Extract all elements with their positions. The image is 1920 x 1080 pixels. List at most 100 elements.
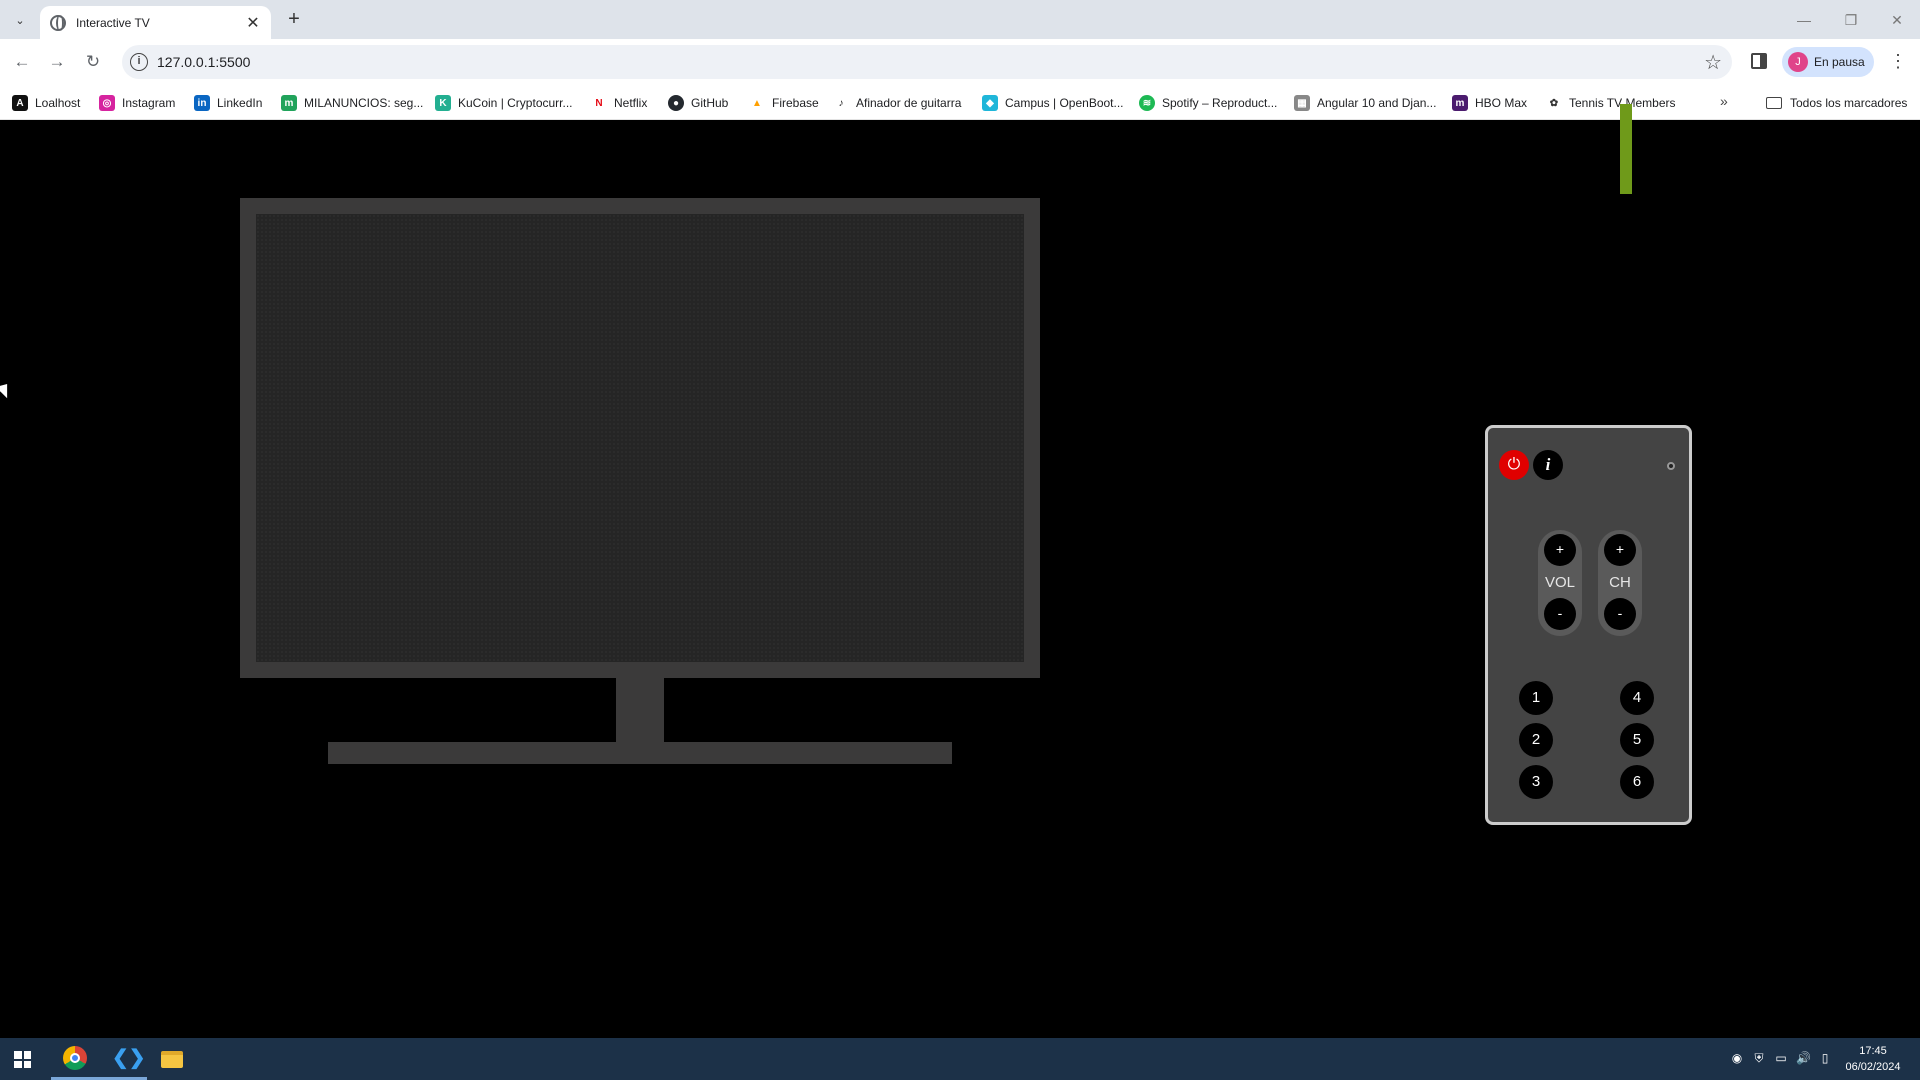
channel-label: CH — [1609, 574, 1631, 591]
file-explorer-icon — [161, 1050, 183, 1068]
linkedin-icon: in — [194, 95, 210, 111]
taskbar-file-explorer[interactable] — [148, 1038, 196, 1080]
restore-button[interactable]: ❐ — [1836, 6, 1866, 34]
bookmark-guitar-tuner[interactable]: ♪ Afinador de guitarra — [833, 92, 961, 114]
folder-icon — [1766, 97, 1782, 109]
tv-stand-neck — [616, 678, 664, 742]
reload-button[interactable]: ↻ — [79, 48, 107, 76]
number-button-5[interactable]: 5 — [1620, 723, 1654, 757]
chrome-icon — [63, 1045, 87, 1070]
volume-label: VOL — [1544, 574, 1575, 591]
number-button-4[interactable]: 4 — [1620, 681, 1654, 715]
chevron-double-right-icon[interactable]: » — [1720, 93, 1728, 109]
netflix-icon: N — [591, 95, 607, 111]
power-icon: ⏻ — [1507, 456, 1521, 473]
tab-search-button[interactable]: ⌄ — [8, 8, 32, 32]
ir-led-indicator — [1667, 462, 1675, 470]
milanuncios-icon: m — [281, 95, 297, 111]
bookmark-spotify[interactable]: ≋ Spotify – Reproduct... — [1139, 92, 1277, 114]
volume-down-button[interactable]: - — [1544, 598, 1576, 630]
windows-start-icon[interactable] — [14, 1051, 31, 1068]
hbomax-icon: m — [1452, 95, 1468, 111]
spotify-icon: ≋ — [1139, 95, 1155, 111]
taskbar: ❮❯ ◉ ⛨ ▭ 🔊 ▯ 17:45 06/02/2024 — [0, 1038, 1920, 1080]
bookmark-instagram[interactable]: ◎ Instagram — [99, 92, 175, 114]
bookmark-kucoin[interactable]: K KuCoin | Cryptocurr... — [435, 92, 573, 114]
url-text[interactable]: 127.0.0.1:5500 — [157, 54, 250, 70]
address-bar[interactable]: i 127.0.0.1:5500 ☆ — [122, 45, 1732, 79]
guitar-icon: ♪ — [833, 95, 849, 111]
bookmark-localhost[interactable]: A Loalhost — [12, 92, 80, 114]
reload-icon: ↻ — [85, 52, 101, 71]
minimize-button[interactable]: — — [1789, 6, 1819, 34]
tab-active[interactable]: Interactive TV ✕ — [40, 6, 271, 39]
kebab-menu-icon[interactable]: ⋮ — [1888, 49, 1908, 75]
clock-time: 17:45 — [1859, 1045, 1887, 1057]
channel-down-button[interactable]: - — [1604, 598, 1636, 630]
channel-rocker: + CH - — [1598, 530, 1642, 636]
taskbar-vscode[interactable]: ❮❯ — [99, 1038, 147, 1080]
bookmarks-bar: A Loalhost ◎ Instagram in LinkedIn m MILANUN… — [0, 85, 1920, 120]
localhost-icon: A — [12, 95, 28, 111]
bookmark-github[interactable]: ● GitHub — [668, 92, 728, 114]
profile-button[interactable]: J En pausa — [1782, 47, 1874, 77]
info-icon[interactable]: i — [130, 53, 148, 71]
all-bookmarks-button[interactable]: Todos los marcadores — [1766, 92, 1907, 114]
tennis-icon: ✿ — [1546, 95, 1562, 111]
forward-button[interactable]: → — [43, 48, 71, 76]
instagram-icon: ◎ — [99, 95, 115, 111]
number-button-6[interactable]: 6 — [1620, 765, 1654, 799]
number-button-3[interactable]: 3 — [1519, 765, 1553, 799]
angular-icon: ▦ — [1294, 95, 1310, 111]
taskbar-clock[interactable]: 17:45 06/02/2024 — [1838, 1043, 1908, 1075]
close-window-button[interactable]: ✕ — [1882, 6, 1912, 34]
side-panel-icon[interactable] — [1751, 53, 1767, 69]
tab-strip: ⌄ Interactive TV ✕ + — ❐ ✕ — [0, 0, 1920, 39]
firebase-icon: ▲ — [749, 95, 765, 111]
browser-toolbar: ← → ↻ i 127.0.0.1:5500 ☆ J En pausa ⋮ — [0, 39, 1920, 85]
close-icon[interactable]: ✕ — [245, 13, 261, 33]
arrow-left-icon: ← — [13, 52, 31, 71]
avatar: J — [1788, 52, 1808, 72]
arrow-right-icon: → — [48, 52, 66, 71]
globe-icon — [50, 14, 66, 31]
bookmark-hbomax[interactable]: m HBO Max — [1452, 92, 1527, 114]
bookmark-tennis-tv[interactable]: ✿ Tennis TV Members — [1546, 92, 1675, 114]
bookmark-angular-django[interactable]: ▦ Angular 10 and Djan... — [1294, 92, 1436, 114]
tv-frame — [240, 198, 1040, 678]
number-button-1[interactable]: 1 — [1519, 681, 1553, 715]
tv-stand-base — [328, 742, 952, 764]
battery-icon[interactable]: ▯ — [1818, 1051, 1832, 1065]
new-tab-button[interactable]: + — [282, 8, 306, 32]
chevron-down-icon: ⌄ — [15, 14, 25, 27]
remote-control: ⏻ i + VOL - + CH - 1 2 3 4 5 6 — [1485, 425, 1692, 825]
back-button[interactable]: ← — [8, 48, 36, 76]
number-button-2[interactable]: 2 — [1519, 723, 1553, 757]
star-icon[interactable]: ☆ — [1704, 50, 1722, 75]
network-icon[interactable]: ▭ — [1774, 1051, 1788, 1065]
bookmark-milanuncios[interactable]: m MILANUNCIOS: seg... — [281, 92, 423, 114]
volume-rocker: + VOL - — [1538, 530, 1582, 636]
github-icon: ● — [668, 95, 684, 111]
taskbar-chrome[interactable] — [51, 1038, 99, 1080]
bookmark-firebase[interactable]: ▲ Firebase — [749, 92, 819, 114]
vscode-icon: ❮❯ — [112, 1046, 146, 1069]
defender-icon[interactable]: ⛨ — [1752, 1051, 1766, 1065]
campus-icon: ◆ — [982, 95, 998, 111]
clock-date: 06/02/2024 — [1845, 1061, 1901, 1073]
green-indicator-bar — [1620, 104, 1632, 194]
kucoin-icon: K — [435, 95, 451, 111]
nvidia-icon[interactable]: ◉ — [1730, 1051, 1744, 1065]
tab-title: Interactive TV — [76, 15, 150, 30]
tv-screen — [256, 214, 1024, 662]
bookmark-linkedin[interactable]: in LinkedIn — [194, 92, 262, 114]
volume-up-button[interactable]: + — [1544, 534, 1576, 566]
volume-icon[interactable]: 🔊 — [1796, 1051, 1811, 1065]
power-button[interactable]: ⏻ — [1499, 450, 1529, 480]
system-tray: ◉ ⛨ ▭ 🔊 ▯ — [1730, 1051, 1832, 1065]
channel-up-button[interactable]: + — [1604, 534, 1636, 566]
page-content: ⏻ i + VOL - + CH - 1 2 3 4 5 6 — [0, 104, 1920, 1038]
bookmark-netflix[interactable]: N Netflix — [591, 92, 647, 114]
info-button[interactable]: i — [1533, 450, 1563, 480]
bookmark-campus[interactable]: ◆ Campus | OpenBoot... — [982, 92, 1124, 114]
